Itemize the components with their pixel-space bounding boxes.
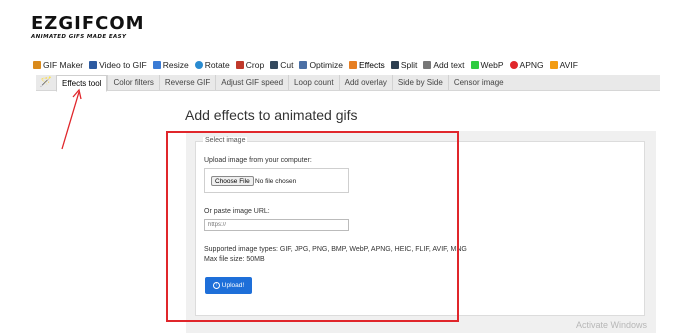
cut-icon [270,61,279,69]
nav-item-split[interactable]: Split [390,60,417,70]
tab-side-by-side[interactable]: Side by Side [391,75,448,90]
nav-item-optimize[interactable]: Optimize [299,60,343,70]
nav-item-video-to-gif[interactable]: Video to GIF [89,60,147,70]
tab-loop-count[interactable]: Loop count [288,75,339,90]
page-title: Add effects to animated gifs [185,107,358,123]
nav-item-add-text[interactable]: Add text [423,60,465,70]
nav-item-avif[interactable]: AVIF [549,60,578,70]
tab-color-filters[interactable]: Color filters [107,75,158,90]
nav-item-crop[interactable]: Crop [235,60,264,70]
nav-item-webp[interactable]: WebP [470,60,504,70]
nav-item-apng[interactable]: APNG [509,60,544,70]
logo-text: EZGIFCOM [31,13,145,34]
nav-item-rotate[interactable]: Rotate [194,60,230,70]
tab-add-overlay[interactable]: Add overlay [338,75,392,90]
tab-adjust-gif-speed[interactable]: Adjust GIF speed [215,75,288,90]
magic-wand-icon: 🪄 [39,77,53,88]
sub-nav: 🪄 Effects tool Color filters Reverse GIF… [36,75,660,92]
nav-item-effects[interactable]: Effects [348,60,385,70]
annotation-arrow [61,88,82,150]
nav-item-cut[interactable]: Cut [270,60,293,70]
split-icon [390,61,399,69]
apng-icon [509,61,518,69]
nav-item-resize[interactable]: Resize [152,60,189,70]
logo-tagline: ANIMATED GIFS MADE EASY [31,34,127,40]
crop-icon [235,61,244,69]
resize-icon [152,61,161,69]
activate-windows-watermark: Activate Windows [576,320,648,330]
optimize-icon [299,61,308,69]
tab-censor-image[interactable]: Censor image [447,75,509,90]
rotate-icon [194,61,203,69]
avif-icon [549,61,558,69]
highlight-box [166,131,459,322]
nav-item-gif-maker[interactable]: GIF Maker [33,60,83,70]
site-logo[interactable]: EZGIFCOM ANIMATED GIFS MADE EASY [31,13,145,41]
tab-reverse-gif[interactable]: Reverse GIF [158,75,215,90]
gif-maker-icon [33,61,41,69]
video-icon [89,61,98,69]
text-icon [423,61,432,69]
effects-icon [348,61,357,69]
webp-icon [470,61,479,69]
main-nav: GIF Maker Video to GIF Resize Rotate Cro… [33,58,584,72]
